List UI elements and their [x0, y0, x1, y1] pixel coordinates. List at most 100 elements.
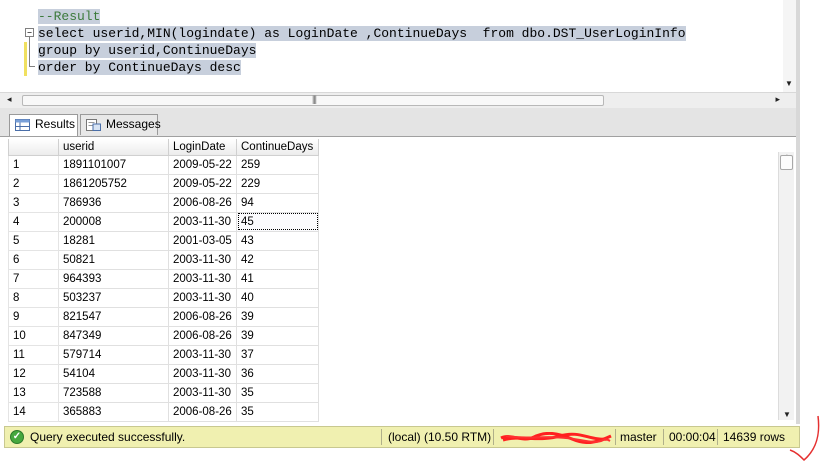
cell-logindate[interactable]: 2006-08-26 [168, 192, 237, 213]
tab-results[interactable]: Results [9, 114, 78, 136]
cell-continuedays[interactable]: 259 [236, 154, 319, 175]
vertical-scroll-thumb[interactable] [780, 155, 793, 170]
cell-continuedays[interactable]: 40 [236, 287, 319, 308]
tab-messages[interactable]: Messages [80, 114, 161, 135]
table-row[interactable]: 1 1891101007 2009-05-22 259 [8, 154, 319, 175]
cell-userid[interactable]: 18281 [58, 230, 169, 251]
cell-continuedays[interactable]: 45 [236, 211, 319, 232]
cell-logindate[interactable]: 2003-11-30 [168, 363, 237, 384]
cell-row-number[interactable]: 9 [8, 306, 59, 327]
cell-userid[interactable]: 579714 [58, 344, 169, 365]
cell-row-number[interactable]: 3 [8, 192, 59, 213]
table-row[interactable]: 8 503237 2003-11-30 40 [8, 287, 319, 308]
cell-userid[interactable]: 503237 [58, 287, 169, 308]
cell-row-number[interactable]: 5 [8, 230, 59, 251]
success-check-icon: ✓ [10, 430, 24, 444]
cell-continuedays[interactable]: 229 [236, 173, 319, 194]
cell-userid[interactable]: 723588 [58, 382, 169, 403]
cell-logindate[interactable]: 2003-11-30 [168, 382, 237, 403]
cell-continuedays[interactable]: 41 [236, 268, 319, 289]
messages-icon [86, 119, 101, 131]
cell-userid[interactable]: 1891101007 [58, 154, 169, 175]
cell-userid[interactable]: 964393 [58, 268, 169, 289]
table-row[interactable]: 4 200008 2003-11-30 45 [8, 211, 319, 232]
scroll-right-icon[interactable]: ▸ [775, 94, 780, 105]
column-header-userid[interactable]: userid [58, 139, 169, 156]
table-row[interactable]: 13 723588 2003-11-30 35 [8, 382, 319, 403]
cell-logindate[interactable]: 2003-11-30 [168, 344, 237, 365]
collapse-toggle-icon[interactable]: − [25, 28, 34, 37]
editor-vertical-scrollbar[interactable]: ▼ [783, 0, 796, 92]
cell-row-number[interactable]: 8 [8, 287, 59, 308]
cell-logindate[interactable]: 2003-11-30 [168, 249, 237, 270]
cell-continuedays[interactable]: 37 [236, 344, 319, 365]
cell-row-number[interactable]: 10 [8, 325, 59, 346]
outline-end [29, 66, 35, 67]
cell-continuedays[interactable]: 94 [236, 192, 319, 213]
cell-logindate[interactable]: 2006-08-26 [168, 401, 237, 422]
scroll-left-icon[interactable]: ◂ [7, 94, 12, 105]
status-separator [493, 429, 494, 445]
query-editor[interactable]: − --Result select userid,MIN(logindate) … [0, 0, 796, 92]
cell-row-number[interactable]: 6 [8, 249, 59, 270]
table-row[interactable]: 14 365883 2006-08-26 35 [8, 401, 319, 422]
cell-logindate[interactable]: 2006-08-26 [168, 325, 237, 346]
change-marker [24, 59, 27, 76]
cell-continuedays[interactable]: 39 [236, 306, 319, 327]
table-row[interactable]: 9 821547 2006-08-26 39 [8, 306, 319, 327]
code-line-order-by: order by ContinueDays desc [38, 60, 241, 75]
scroll-down-icon[interactable]: ▼ [785, 79, 793, 88]
cell-continuedays[interactable]: 43 [236, 230, 319, 251]
cell-continuedays[interactable]: 42 [236, 249, 319, 270]
editor-horizontal-scrollbar[interactable]: ◂ ||| ▸ [0, 92, 796, 108]
status-message: Query executed successfully. [30, 430, 186, 444]
table-row[interactable]: 5 18281 2001-03-05 43 [8, 230, 319, 251]
cell-row-number[interactable]: 14 [8, 401, 59, 422]
table-row[interactable]: 3 786936 2006-08-26 94 [8, 192, 319, 213]
table-row[interactable]: 2 1861205752 2009-05-22 229 [8, 173, 319, 194]
cell-logindate[interactable]: 2009-05-22 [168, 173, 237, 194]
table-row[interactable]: 7 964393 2003-11-30 41 [8, 268, 319, 289]
red-pen-mark [789, 415, 820, 462]
cell-continuedays[interactable]: 39 [236, 325, 319, 346]
grid-vertical-scrollbar[interactable]: ▲ ▼ [778, 152, 794, 420]
cell-logindate[interactable]: 2003-11-30 [168, 268, 237, 289]
cell-userid[interactable]: 847349 [58, 325, 169, 346]
status-separator [381, 429, 382, 445]
cell-continuedays[interactable]: 35 [236, 382, 319, 403]
cell-logindate[interactable]: 2006-08-26 [168, 306, 237, 327]
table-row[interactable]: 12 54104 2003-11-30 36 [8, 363, 319, 384]
results-table: userid LoginDate ContinueDays 1 189110100… [8, 139, 319, 422]
cell-logindate[interactable]: 2003-11-30 [168, 287, 237, 308]
column-header-continuedays[interactable]: ContinueDays [236, 139, 319, 156]
corner-header[interactable] [8, 139, 59, 156]
cell-userid[interactable]: 50821 [58, 249, 169, 270]
cell-userid[interactable]: 786936 [58, 192, 169, 213]
cell-userid[interactable]: 1861205752 [58, 173, 169, 194]
cell-row-number[interactable]: 1 [8, 154, 59, 175]
cell-userid[interactable]: 821547 [58, 306, 169, 327]
cell-userid[interactable]: 54104 [58, 363, 169, 384]
results-grid[interactable]: userid LoginDate ContinueDays 1 189110100… [0, 136, 796, 423]
cell-row-number[interactable]: 12 [8, 363, 59, 384]
cell-userid[interactable]: 365883 [58, 401, 169, 422]
code-line-group-by: group by userid,ContinueDays [38, 43, 257, 58]
cell-continuedays[interactable]: 35 [236, 401, 319, 422]
cell-row-number[interactable]: 11 [8, 344, 59, 365]
column-header-logindate[interactable]: LoginDate [168, 139, 237, 156]
cell-userid[interactable]: 200008 [58, 211, 169, 232]
cell-row-number[interactable]: 4 [8, 211, 59, 232]
cell-row-number[interactable]: 7 [8, 268, 59, 289]
cell-logindate[interactable]: 2003-11-30 [168, 211, 237, 232]
cell-continuedays[interactable]: 36 [236, 363, 319, 384]
cell-logindate[interactable]: 2009-05-22 [168, 154, 237, 175]
outline-line [29, 37, 30, 67]
code-lines: --Result select userid,MIN(logindate) as… [38, 8, 686, 76]
change-marker [24, 42, 27, 59]
cell-row-number[interactable]: 2 [8, 173, 59, 194]
table-row[interactable]: 11 579714 2003-11-30 37 [8, 344, 319, 365]
table-row[interactable]: 10 847349 2006-08-26 39 [8, 325, 319, 346]
table-row[interactable]: 6 50821 2003-11-30 42 [8, 249, 319, 270]
cell-logindate[interactable]: 2001-03-05 [168, 230, 237, 251]
cell-row-number[interactable]: 13 [8, 382, 59, 403]
